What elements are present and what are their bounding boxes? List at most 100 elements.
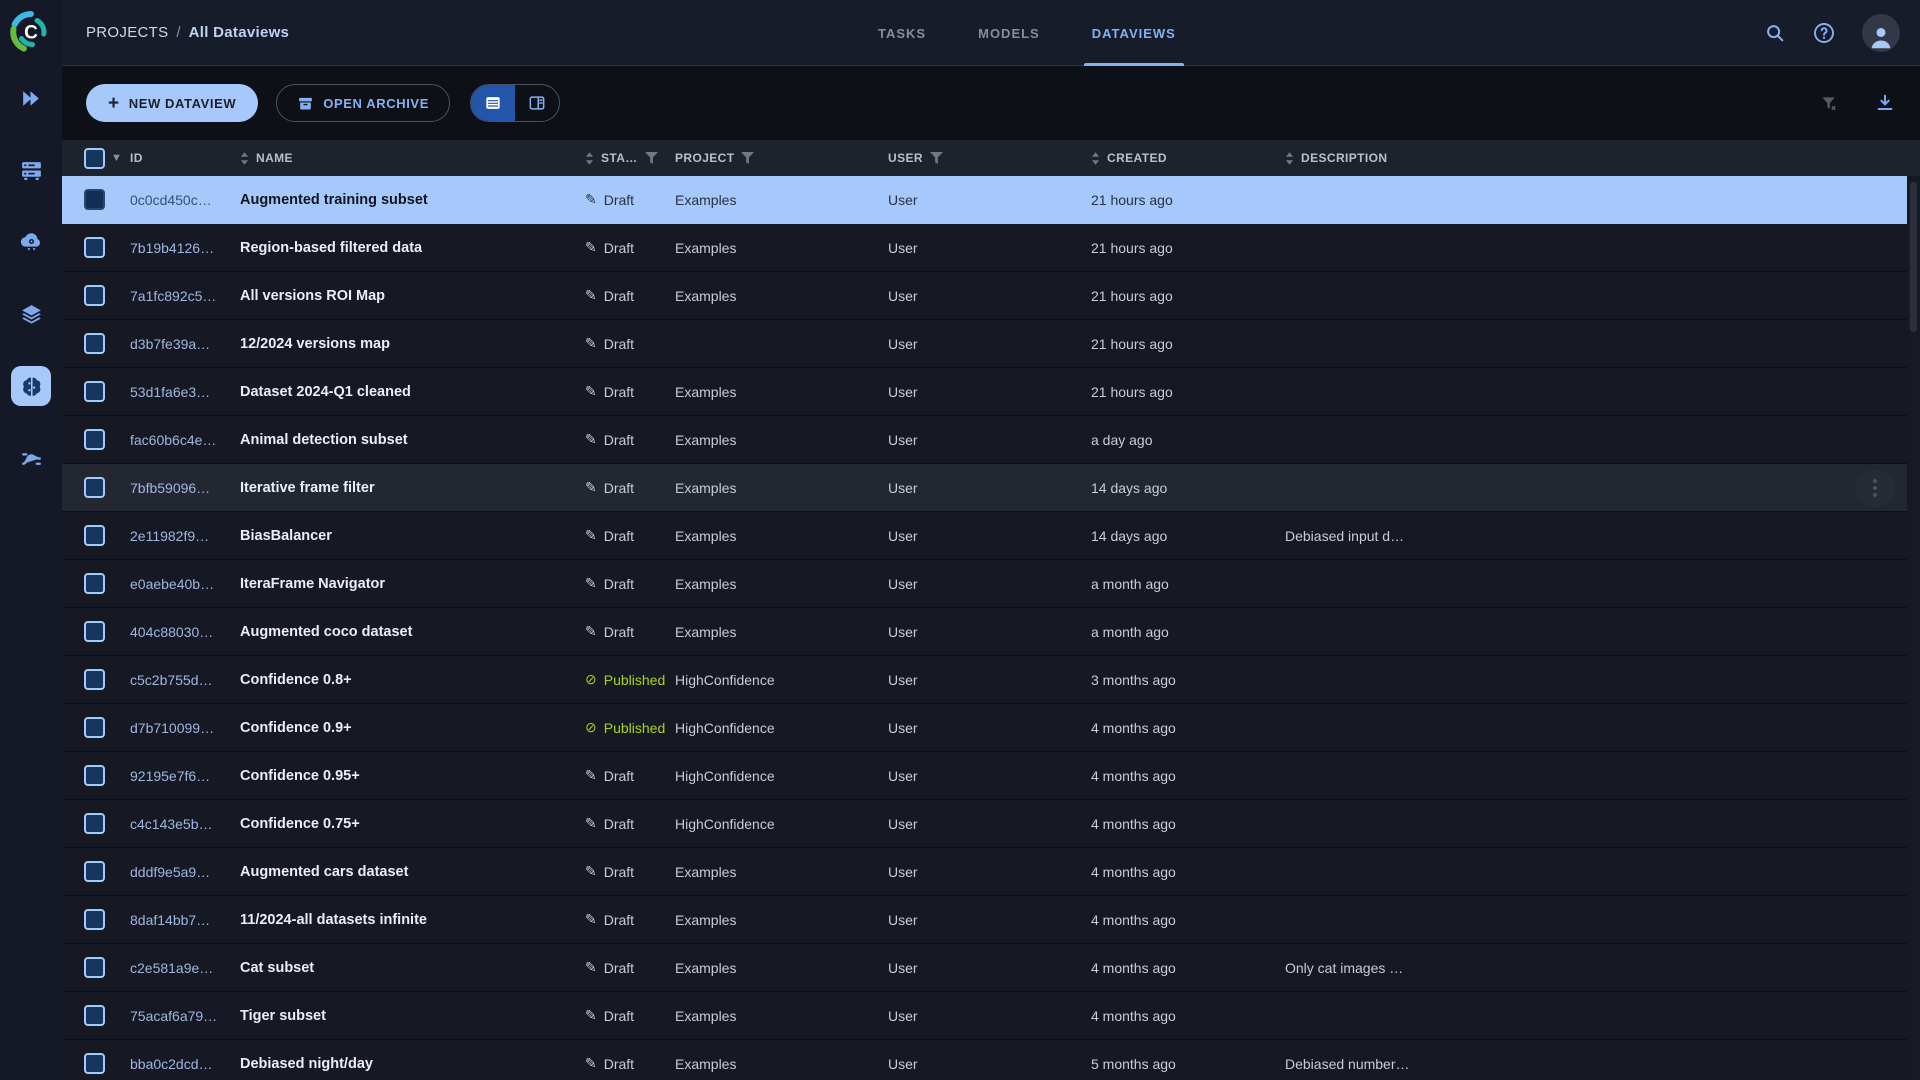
split-view-button[interactable] [515,85,559,121]
created-cell: 21 hours ago [1091,191,1173,208]
dataview-name[interactable]: BiasBalancer [240,528,585,544]
open-archive-button[interactable]: OPEN ARCHIVE [276,84,450,122]
status-icon: ⊘ [585,719,597,735]
dataview-name[interactable]: Debiased night/day [240,1056,585,1072]
created-cell: 5 months ago [1091,1055,1176,1072]
scrollbar-track[interactable] [1907,176,1920,1080]
toolbar: + NEW DATAVIEW OPEN ARCHIVE [62,66,1920,140]
row-checkbox[interactable] [84,573,105,594]
row-checkbox[interactable] [84,765,105,786]
filter-icon[interactable] [644,152,658,164]
column-header-name[interactable]: NAME [240,151,585,165]
column-header-description[interactable]: DESCRIPTION [1285,151,1920,165]
row-checkbox[interactable] [84,285,105,306]
table-row[interactable]: c5c2b755d… Confidence 0.8+ ⊘ Published H… [62,656,1920,704]
tab-dataviews[interactable]: DATAVIEWS [1066,0,1202,66]
dataview-name[interactable]: 12/2024 versions map [240,336,585,352]
table-row[interactable]: dddf9e5a9… Augmented cars dataset ✎ Draf… [62,848,1920,896]
dataview-name[interactable]: 11/2024-all datasets infinite [240,912,585,928]
sidebar-item-hyper-datasets[interactable] [11,366,51,406]
row-checkbox[interactable] [84,957,105,978]
search-button[interactable] [1764,22,1786,44]
sidebar-item-cloud-autoscale[interactable] [11,222,51,262]
sidebar-item-datasets[interactable] [11,294,51,334]
row-checkbox[interactable] [84,237,105,258]
table-row[interactable]: 7bfb59096… Iterative frame filter ✎ Draf… [62,464,1920,512]
select-all-checkbox[interactable] [84,147,105,169]
table-view-button[interactable] [470,85,515,121]
sort-icon[interactable] [240,151,249,165]
dataview-name[interactable]: Confidence 0.8+ [240,672,585,688]
column-header-user[interactable]: USER [888,151,1091,165]
sort-icon[interactable] [1285,151,1294,165]
dataview-name[interactable]: Augmented coco dataset [240,624,585,640]
table-row[interactable]: 8daf14bb7… 11/2024-all datasets infinite… [62,896,1920,944]
table-row[interactable]: bba0c2dcd… Debiased night/day ✎ Draft Ex… [62,1040,1920,1080]
tab-tasks[interactable]: TASKS [852,0,952,66]
column-header-project[interactable]: PROJECT [675,151,888,165]
dataview-name[interactable]: Region-based filtered data [240,240,585,256]
clear-filters-button[interactable] [1819,93,1840,114]
table-row[interactable]: 75acaf6a79… Tiger subset ✎ Draft Example… [62,992,1920,1040]
breadcrumb-projects[interactable]: PROJECTS [86,24,168,41]
column-header-id[interactable]: ID [130,151,240,165]
user-menu-button[interactable] [1862,14,1900,52]
table-row[interactable]: c2e581a9e… Cat subset ✎ Draft Examples U… [62,944,1920,992]
dataview-name[interactable]: Cat subset [240,960,585,976]
table-row[interactable]: c4c143e5b… Confidence 0.75+ ✎ Draft High… [62,800,1920,848]
row-checkbox[interactable] [84,429,105,450]
row-checkbox[interactable] [84,669,105,690]
row-checkbox[interactable] [84,813,105,834]
row-checkbox[interactable] [84,333,105,354]
dataview-name[interactable]: Confidence 0.75+ [240,816,585,832]
row-menu-button[interactable] [1856,468,1894,507]
dataview-name[interactable]: Augmented cars dataset [240,864,585,880]
column-header-status[interactable]: STA… [585,151,675,165]
download-button[interactable] [1874,92,1896,114]
new-dataview-button[interactable]: + NEW DATAVIEW [86,84,259,122]
select-dropdown-caret[interactable]: ▼ [111,152,122,164]
table-row[interactable]: 2e11982f9… BiasBalancer ✎ Draft Examples… [62,512,1920,560]
row-checkbox[interactable] [84,861,105,882]
scrollbar-thumb[interactable] [1910,182,1917,332]
row-checkbox[interactable] [84,381,105,402]
dataview-name[interactable]: Augmented training subset [240,192,585,208]
table-row[interactable]: 404c88030… Augmented coco dataset ✎ Draf… [62,608,1920,656]
dataview-name[interactable]: Animal detection subset [240,432,585,448]
dataview-name[interactable]: Confidence 0.95+ [240,768,585,784]
dataview-name[interactable]: IteraFrame Navigator [240,576,585,592]
row-checkbox[interactable] [84,525,105,546]
sort-icon[interactable] [1091,151,1100,165]
table-row[interactable]: 92195e7f6… Confidence 0.95+ ✎ Draft High… [62,752,1920,800]
sidebar-item-workers-queues[interactable] [11,150,51,190]
dataview-name[interactable]: Iterative frame filter [240,480,585,496]
row-checkbox[interactable] [84,717,105,738]
dataview-name[interactable]: All versions ROI Map [240,288,585,304]
table-row[interactable]: 7b19b4126… Region-based filtered data ✎ … [62,224,1920,272]
clearml-logo[interactable]: C [0,0,62,64]
table-row[interactable]: e0aebe40b… IteraFrame Navigator ✎ Draft … [62,560,1920,608]
sidebar-item-pipelines[interactable] [11,438,51,478]
row-checkbox[interactable] [84,621,105,642]
table-row[interactable]: 53d1fa6e3… Dataset 2024-Q1 cleaned ✎ Dra… [62,368,1920,416]
table-row[interactable]: d7b710099… Confidence 0.9+ ⊘ Published H… [62,704,1920,752]
row-checkbox[interactable] [84,1005,105,1026]
column-header-created[interactable]: CREATED [1091,151,1285,165]
row-checkbox[interactable] [84,909,105,930]
dataview-name[interactable]: Confidence 0.9+ [240,720,585,736]
sort-icon[interactable] [585,151,594,165]
tab-models[interactable]: MODELS [952,0,1066,66]
row-checkbox[interactable] [84,477,105,498]
help-button[interactable] [1812,21,1836,45]
table-row[interactable]: fac60b6c4e… Animal detection subset ✎ Dr… [62,416,1920,464]
sidebar-item-projects[interactable] [11,78,51,118]
dataview-name[interactable]: Dataset 2024-Q1 cleaned [240,384,585,400]
filter-icon[interactable] [929,152,943,164]
row-checkbox[interactable] [84,189,105,210]
table-row[interactable]: 7a1fc892c5… All versions ROI Map ✎ Draft… [62,272,1920,320]
table-row[interactable]: d3b7fe39a… 12/2024 versions map ✎ Draft … [62,320,1920,368]
table-row[interactable]: 0c0cd450c… Augmented training subset ✎ D… [62,176,1920,224]
dataview-name[interactable]: Tiger subset [240,1008,585,1024]
row-checkbox[interactable] [84,1053,105,1074]
filter-icon[interactable] [741,152,755,164]
